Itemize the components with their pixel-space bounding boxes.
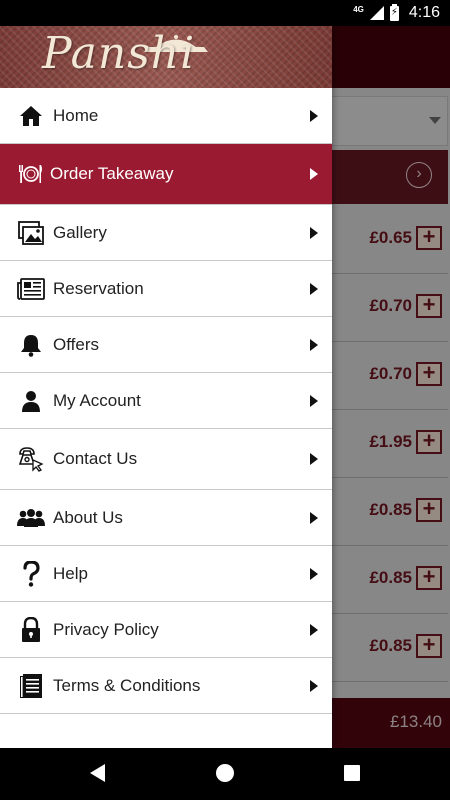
menu-item-label: Offers [53, 334, 99, 354]
network-type: 4G [353, 4, 364, 14]
system-navigation-bar [0, 748, 450, 800]
user-icon [17, 387, 45, 415]
menu-item-label: My Account [53, 390, 141, 410]
menu-item-privacy-policy[interactable]: Privacy Policy [0, 602, 332, 658]
chevron-right-icon [310, 511, 318, 524]
menu-item-help[interactable]: Help [0, 546, 332, 602]
clock: 4:16 [408, 4, 440, 21]
recent-apps-icon[interactable] [344, 765, 360, 781]
menu-item-home[interactable]: Home [0, 88, 332, 144]
gallery-icon [17, 219, 45, 247]
menu-item-label: Order Takeaway [50, 164, 174, 183]
drawer-header: Panshi [0, 26, 332, 88]
menu-item-label: Privacy Policy [53, 619, 159, 639]
chevron-right-icon [310, 168, 318, 180]
signal-icon [369, 6, 384, 20]
drawer-menu: Home Order Takeaway Gallery Reservation … [0, 88, 332, 714]
home-circle-icon[interactable] [216, 764, 234, 782]
chevron-right-icon [310, 282, 318, 295]
menu-item-label: Reservation [53, 278, 144, 298]
menu-item-offers[interactable]: Offers [0, 317, 332, 373]
brand-logo: Panshi [42, 28, 196, 79]
menu-item-terms-conditions[interactable]: Terms & Conditions [0, 658, 332, 714]
chevron-right-icon [310, 226, 318, 239]
menu-item-about-us[interactable]: About Us [0, 490, 332, 546]
back-icon[interactable] [90, 764, 105, 782]
chevron-right-icon [310, 453, 318, 465]
menu-item-order-takeaway[interactable]: Order Takeaway [0, 144, 332, 205]
chevron-right-icon [310, 623, 318, 636]
question-icon [17, 560, 45, 588]
menu-item-gallery[interactable]: Gallery [0, 205, 332, 261]
home-icon [17, 102, 45, 130]
chevron-right-icon [310, 679, 318, 692]
chevron-right-icon [310, 394, 318, 407]
chevron-right-icon [310, 338, 318, 351]
document-icon [17, 672, 45, 700]
menu-item-my-account[interactable]: My Account [0, 373, 332, 429]
menu-item-label: Terms & Conditions [53, 675, 201, 695]
menu-item-label: Contact Us [53, 449, 138, 468]
battery-icon: ⚡ [389, 3, 399, 21]
menu-item-label: Help [53, 563, 88, 583]
chevron-right-icon [310, 567, 318, 580]
screen: 4G ⚡ 4:16 › £0.65 + £0.70 + £0.70 + £1.9… [0, 0, 450, 800]
bell-icon [17, 331, 45, 359]
status-bar: 4G ⚡ 4:16 [0, 0, 450, 26]
menu-item-reservation[interactable]: Reservation [0, 261, 332, 317]
navigation-drawer: Panshi Home Order Takeaway Gallery Reser… [0, 26, 332, 748]
menu-item-label: About Us [53, 507, 123, 527]
plate-cutlery-icon [17, 160, 45, 188]
phone-icon [17, 445, 45, 473]
newspaper-icon [17, 275, 45, 303]
menu-item-contact-us[interactable]: Contact Us [0, 429, 332, 490]
chevron-right-icon [310, 109, 318, 122]
menu-item-label: Gallery [53, 222, 107, 242]
menu-item-label: Home [53, 105, 99, 125]
lock-icon [17, 616, 45, 644]
group-icon [17, 504, 45, 532]
